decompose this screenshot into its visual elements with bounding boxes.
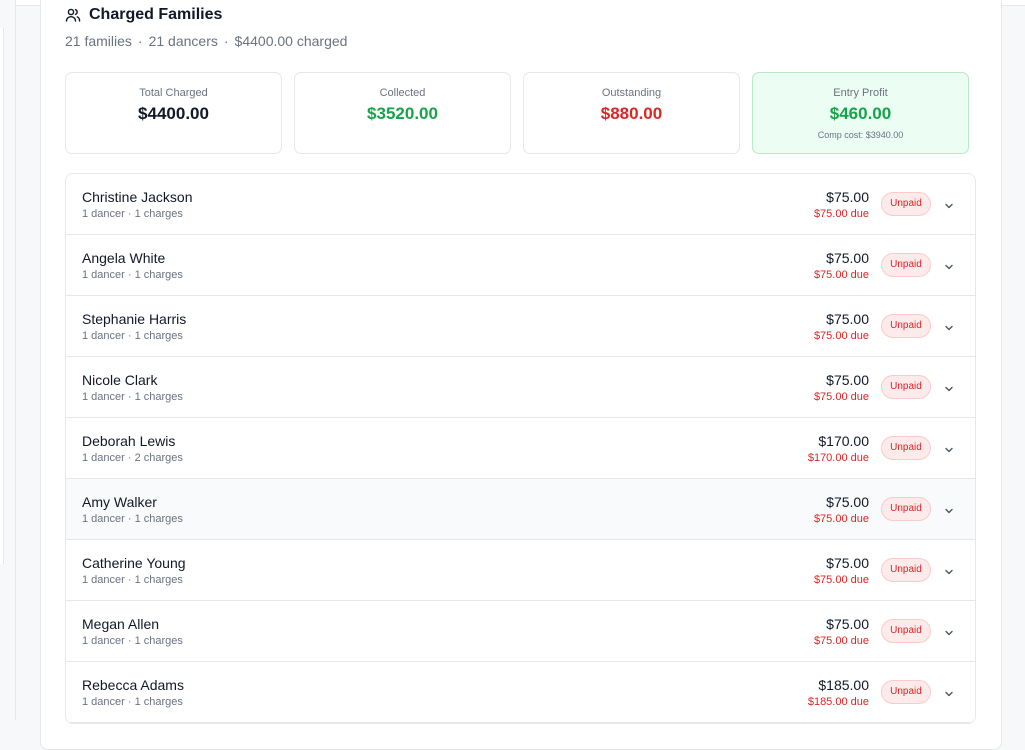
stat-label: Outstanding bbox=[601, 87, 662, 99]
family-meta: 1 dancer · 1 charges bbox=[82, 574, 183, 586]
family-row[interactable]: Nicole Clark 1 dancer · 1 charges $75.00 $7… bbox=[66, 357, 975, 418]
left-panel-edge bbox=[0, 28, 4, 564]
stat-value: $3520.00 bbox=[367, 104, 438, 123]
family-amount: $75.00 bbox=[826, 250, 869, 266]
chevron-down-icon[interactable] bbox=[944, 320, 954, 338]
family-row[interactable]: Catherine Young 1 dancer · 1 charges $75.0… bbox=[66, 540, 975, 601]
family-meta: 1 dancer · 1 charges bbox=[82, 330, 183, 342]
family-amount: $75.00 bbox=[826, 494, 869, 510]
family-meta: 1 dancer · 1 charges bbox=[82, 513, 183, 525]
family-row[interactable]: Deborah Lewis 1 dancer · 2 charges $170.00… bbox=[66, 418, 975, 479]
stat-total-charged: Total Charged $4400.00 bbox=[65, 72, 282, 154]
family-meta: 1 dancer · 1 charges bbox=[82, 208, 183, 220]
family-row[interactable]: Angela White 1 dancer · 1 charges $75.00 $7… bbox=[66, 235, 975, 296]
family-amount: $170.00 bbox=[818, 433, 869, 449]
status-badge: Unpaid bbox=[881, 375, 931, 399]
status-badge: Unpaid bbox=[881, 680, 931, 704]
family-name: Amy Walker bbox=[82, 494, 157, 510]
chevron-down-icon[interactable] bbox=[944, 442, 954, 460]
family-meta: 1 dancer · 1 charges bbox=[82, 635, 183, 647]
family-row[interactable]: Rebecca Adams 1 dancer · 1 charges $185.00… bbox=[66, 662, 975, 723]
section-header: Charged Families 21 families · 21 dancer… bbox=[65, 5, 347, 49]
family-row[interactable]: Amy Walker 1 dancer · 1 charges $75.00 $75.… bbox=[66, 479, 975, 540]
stats-row: Total Charged $4400.00 Collected $3520.0… bbox=[65, 72, 969, 154]
left-divider bbox=[15, 0, 16, 720]
users-icon bbox=[65, 7, 81, 23]
stat-value: $460.00 bbox=[829, 104, 892, 123]
family-due: $75.00 due bbox=[813, 391, 869, 403]
separator: · bbox=[223, 33, 229, 49]
status-badge: Unpaid bbox=[881, 192, 931, 216]
family-name: Christine Jackson bbox=[82, 189, 193, 205]
family-name: Catherine Young bbox=[82, 555, 186, 571]
family-name: Nicole Clark bbox=[82, 372, 158, 388]
comp-cost: Comp cost: $3940.00 bbox=[817, 130, 904, 140]
stat-label: Entry Profit bbox=[833, 87, 888, 99]
status-badge: Unpaid bbox=[881, 619, 931, 643]
family-due: $170.00 due bbox=[807, 452, 869, 464]
stat-outstanding: Outstanding $880.00 bbox=[523, 72, 740, 154]
status-badge: Unpaid bbox=[881, 314, 931, 338]
family-meta: 1 dancer · 2 charges bbox=[82, 452, 183, 464]
family-amount: $75.00 bbox=[826, 189, 869, 205]
status-badge: Unpaid bbox=[881, 253, 931, 277]
stat-entry-profit: Entry Profit $460.00 Comp cost: $3940.00 bbox=[752, 72, 969, 154]
family-meta: 1 dancer · 1 charges bbox=[82, 696, 183, 708]
family-due: $75.00 due bbox=[813, 208, 869, 220]
family-row[interactable]: Christine Jackson 1 dancer · 1 charges $75… bbox=[66, 174, 975, 235]
status-badge: Unpaid bbox=[881, 497, 931, 521]
family-list: Christine Jackson 1 dancer · 1 charges $75… bbox=[65, 173, 976, 724]
dancers-count: 21 dancers bbox=[148, 33, 218, 49]
family-amount: $75.00 bbox=[826, 311, 869, 327]
family-name: Deborah Lewis bbox=[82, 433, 176, 449]
family-row[interactable]: Stephanie Harris 1 dancer · 1 charges $75.… bbox=[66, 296, 975, 357]
family-meta: 1 dancer · 1 charges bbox=[82, 391, 183, 403]
family-amount: $75.00 bbox=[826, 372, 869, 388]
stat-value: $4400.00 bbox=[138, 104, 209, 123]
family-name: Stephanie Harris bbox=[82, 311, 187, 327]
stat-label: Total Charged bbox=[139, 87, 208, 99]
section-summary: 21 families · 21 dancers · $4400.00 char… bbox=[65, 33, 347, 49]
stat-collected: Collected $3520.00 bbox=[294, 72, 511, 154]
separator: · bbox=[137, 33, 143, 49]
chevron-down-icon[interactable] bbox=[944, 381, 954, 399]
family-amount: $185.00 bbox=[818, 677, 869, 693]
status-badge: Unpaid bbox=[881, 558, 931, 582]
families-count: 21 families bbox=[65, 33, 132, 49]
family-row[interactable]: Megan Allen 1 dancer · 1 charges $75.00 $75… bbox=[66, 601, 975, 662]
family-due: $75.00 due bbox=[813, 635, 869, 647]
chevron-down-icon[interactable] bbox=[944, 686, 954, 704]
family-name: Angela White bbox=[82, 250, 166, 266]
family-due: $75.00 due bbox=[813, 574, 869, 586]
family-due: $75.00 due bbox=[813, 330, 869, 342]
chevron-down-icon[interactable] bbox=[944, 198, 954, 216]
status-badge: Unpaid bbox=[881, 436, 931, 460]
family-name: Rebecca Adams bbox=[82, 677, 184, 693]
family-due: $75.00 due bbox=[813, 513, 869, 525]
section-title: Charged Families bbox=[89, 6, 223, 23]
chevron-down-icon[interactable] bbox=[944, 625, 954, 643]
family-due: $75.00 due bbox=[813, 269, 869, 281]
chevron-down-icon[interactable] bbox=[944, 259, 954, 277]
chevron-down-icon[interactable] bbox=[944, 503, 954, 521]
chevron-down-icon[interactable] bbox=[944, 564, 954, 582]
family-due: $185.00 due bbox=[807, 696, 869, 708]
charged-total: $4400.00 charged bbox=[234, 33, 348, 49]
family-name: Megan Allen bbox=[82, 616, 160, 632]
family-amount: $75.00 bbox=[826, 616, 869, 632]
stat-label: Collected bbox=[379, 87, 426, 99]
family-meta: 1 dancer · 1 charges bbox=[82, 269, 183, 281]
family-amount: $75.00 bbox=[826, 555, 869, 571]
stat-value: $880.00 bbox=[600, 104, 663, 123]
